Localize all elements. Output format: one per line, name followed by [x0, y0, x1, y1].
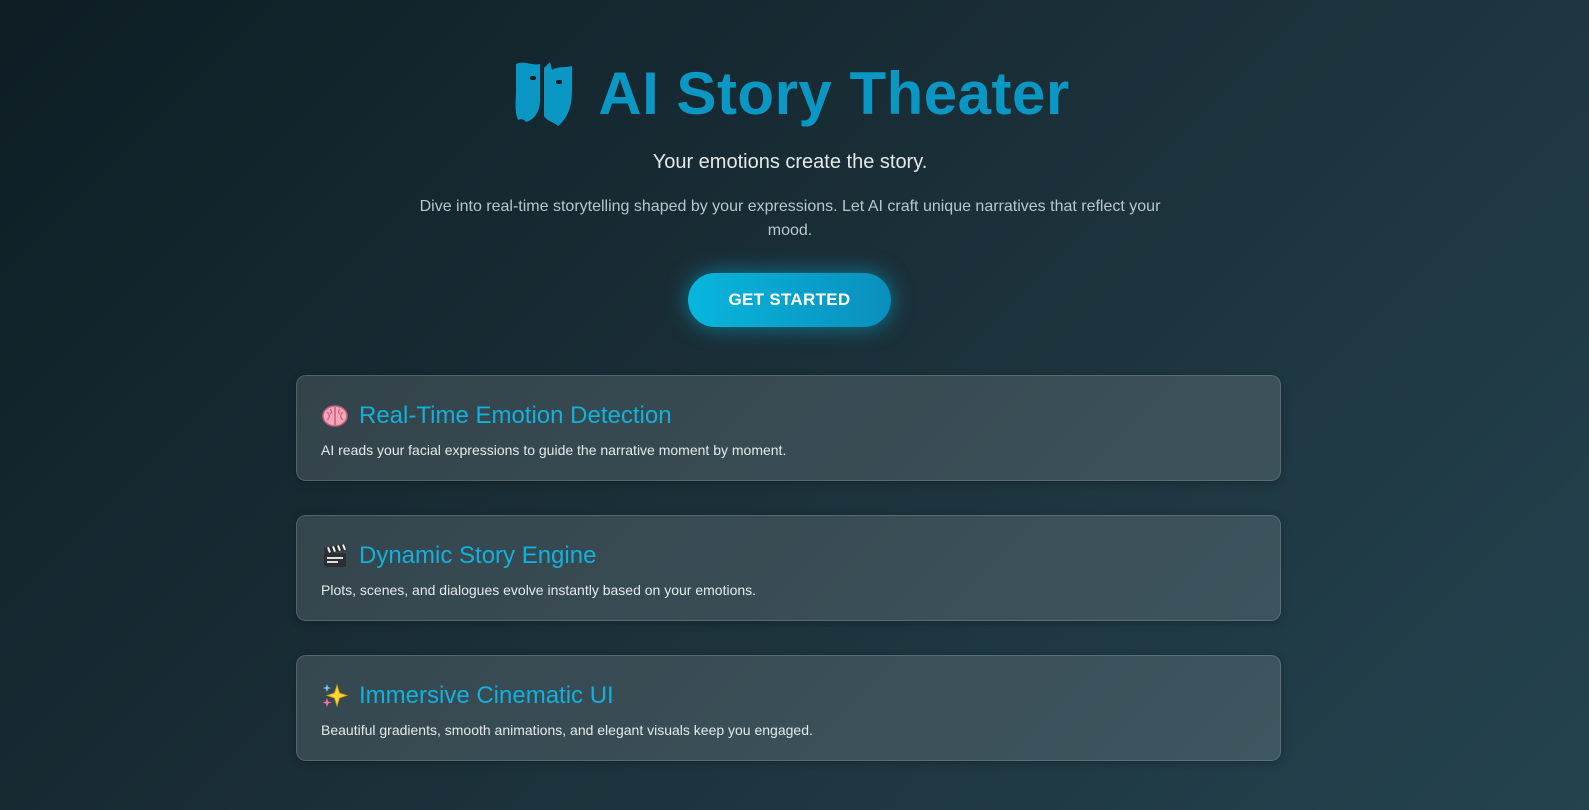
- theater-mask-icon: [510, 60, 578, 128]
- landing-page: AI Story Theater Your emotions create th…: [0, 0, 1568, 810]
- tagline: Your emotions create the story.: [652, 151, 928, 173]
- feature-card-emotion-detection: Real-Time Emotion Detection AI reads you…: [296, 375, 1281, 481]
- clapper-board-icon: [321, 542, 349, 570]
- feature-card-cinematic-ui: Immersive Cinematic UI Beautiful gradien…: [296, 655, 1281, 761]
- feature-description: Plots, scenes, and dialogues evolve inst…: [321, 582, 757, 598]
- brain-icon: [321, 402, 349, 430]
- feature-title: Immersive Cinematic UI: [359, 682, 614, 709]
- feature-title: Real-Time Emotion Detection: [359, 402, 672, 429]
- feature-description: AI reads your facial expressions to guid…: [321, 442, 787, 458]
- page-title: AI Story Theater: [598, 60, 1070, 127]
- hero-title-row: AI Story Theater: [0, 58, 1580, 130]
- hero-description: Dive into real-time storytelling shaped …: [419, 198, 1161, 239]
- get-started-button[interactable]: GET STARTED: [688, 273, 891, 327]
- feature-title: Dynamic Story Engine: [359, 542, 597, 569]
- feature-card-story-engine: Dynamic Story Engine Plots, scenes, and …: [296, 515, 1281, 621]
- sparkles-icon: [321, 682, 349, 710]
- feature-description: Beautiful gradients, smooth animations, …: [321, 722, 813, 738]
